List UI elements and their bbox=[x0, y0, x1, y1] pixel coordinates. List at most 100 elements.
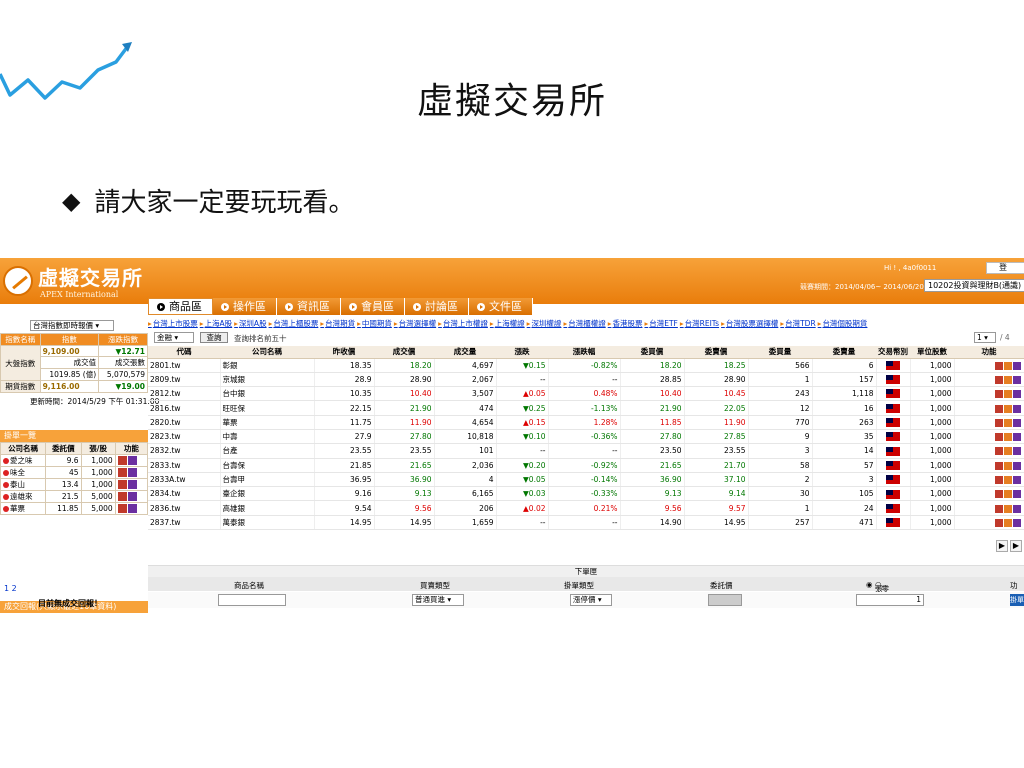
market-link[interactable]: 深圳權證 bbox=[527, 319, 562, 328]
info-icon[interactable] bbox=[1012, 447, 1021, 456]
product-input[interactable] bbox=[218, 594, 286, 606]
sell-icon[interactable] bbox=[1003, 375, 1012, 384]
market-link[interactable]: 台灣上市股票 bbox=[148, 319, 198, 328]
edit-order-icon[interactable] bbox=[117, 468, 127, 478]
info-icon[interactable] bbox=[1012, 375, 1021, 384]
market-link[interactable]: 台灣上櫃股票 bbox=[269, 319, 319, 328]
edit-order-icon[interactable] bbox=[117, 456, 127, 466]
delete-order-icon[interactable] bbox=[127, 480, 137, 490]
tab-0[interactable]: 商品區 bbox=[148, 298, 213, 315]
market-link[interactable]: 台灣TDR bbox=[780, 319, 815, 328]
market-link[interactable]: 台灣期貨 bbox=[320, 319, 355, 328]
buy-icon[interactable] bbox=[994, 375, 1003, 384]
buy-icon[interactable] bbox=[994, 518, 1003, 527]
info-icon[interactable] bbox=[1012, 433, 1021, 442]
delete-order-icon[interactable] bbox=[127, 468, 137, 478]
quantity-input[interactable]: 1 bbox=[856, 594, 924, 606]
tab-4[interactable]: 討論區 bbox=[405, 298, 469, 315]
market-link[interactable]: 台灣選擇權 bbox=[394, 319, 436, 328]
sell-icon[interactable] bbox=[1003, 490, 1012, 499]
quote-row[interactable]: 2836.tw 高雄銀 9.54 9.56 206 ▲0.02 0.21% 9.56 9.57 1… bbox=[148, 500, 1024, 516]
cancel-order-icon[interactable] bbox=[3, 458, 9, 464]
buy-icon[interactable] bbox=[994, 447, 1003, 456]
market-link[interactable]: 台灣上市權證 bbox=[438, 319, 488, 328]
cancel-order-icon[interactable] bbox=[3, 470, 9, 476]
info-icon[interactable] bbox=[1012, 504, 1021, 513]
index-selector[interactable]: 台灣指數即時報價 ▾ bbox=[30, 320, 114, 331]
quote-row[interactable]: 2820.tw 華票 11.75 11.90 4,654 ▲0.15 1.28% 11.85 1… bbox=[148, 415, 1024, 430]
buy-icon[interactable] bbox=[994, 461, 1003, 470]
sell-icon[interactable] bbox=[1003, 461, 1012, 470]
delete-order-icon[interactable] bbox=[127, 456, 137, 466]
buy-icon[interactable] bbox=[994, 433, 1003, 442]
market-link[interactable]: 上海A股 bbox=[200, 319, 232, 328]
cancel-order-icon[interactable] bbox=[3, 506, 9, 512]
page-select[interactable]: 1 ▾ bbox=[974, 332, 996, 343]
tab-5[interactable]: 文件區 bbox=[469, 298, 533, 315]
info-icon[interactable] bbox=[1012, 404, 1021, 413]
sell-icon[interactable] bbox=[1003, 390, 1012, 399]
tab-3[interactable]: 會員區 bbox=[341, 298, 405, 315]
buy-icon[interactable] bbox=[994, 404, 1003, 413]
delete-order-icon[interactable] bbox=[127, 504, 137, 514]
market-link[interactable]: 台灣ETF bbox=[644, 319, 677, 328]
next-page-button[interactable]: ▶ bbox=[996, 540, 1008, 552]
cancel-order-icon[interactable] bbox=[3, 494, 9, 500]
trade-type-select[interactable]: 普通買進 bbox=[412, 594, 464, 606]
buy-icon[interactable] bbox=[994, 361, 1003, 370]
logout-button[interactable]: 登 bbox=[986, 262, 1024, 274]
info-icon[interactable] bbox=[1012, 476, 1021, 485]
sell-icon[interactable] bbox=[1003, 476, 1012, 485]
price-input[interactable] bbox=[708, 594, 742, 606]
edit-order-icon[interactable] bbox=[117, 492, 127, 502]
info-icon[interactable] bbox=[1012, 390, 1021, 399]
tab-1[interactable]: 操作區 bbox=[213, 298, 277, 315]
buy-icon[interactable] bbox=[994, 490, 1003, 499]
quote-row[interactable]: 2823.tw 中壽 27.9 27.80 10,818 ▼0.10 -0.36% 27.80… bbox=[148, 429, 1024, 445]
order-type-select[interactable]: 漲停價 bbox=[570, 594, 612, 606]
sell-icon[interactable] bbox=[1003, 447, 1012, 456]
info-icon[interactable] bbox=[1012, 361, 1021, 370]
info-icon[interactable] bbox=[1012, 518, 1021, 527]
quote-row[interactable]: 2816.tw 旺旺保 22.15 21.90 474 ▼0.25 -1.13% 21.90 2… bbox=[148, 400, 1024, 416]
sector-select[interactable]: 金融 ▾ bbox=[154, 332, 194, 343]
info-icon[interactable] bbox=[1012, 490, 1021, 499]
sell-icon[interactable] bbox=[1003, 404, 1012, 413]
delete-order-icon[interactable] bbox=[127, 492, 137, 502]
quote-row[interactable]: 2837.tw 萬泰銀 14.95 14.95 1,659 -- -- 14.90 14.95 2… bbox=[148, 515, 1024, 531]
info-icon[interactable] bbox=[1012, 461, 1021, 470]
market-link[interactable]: 台灣櫃權證 bbox=[563, 319, 605, 328]
sell-icon[interactable] bbox=[1003, 361, 1012, 370]
submit-order-button[interactable]: 掛單 bbox=[1010, 594, 1024, 606]
edit-order-icon[interactable] bbox=[117, 504, 127, 514]
lots-radio[interactable]: ◉ 張數 ○ 零股 bbox=[866, 580, 889, 604]
quote-row[interactable]: 2832.tw 台產 23.55 23.55 101 -- -- 23.50 23.55 3 14 1… bbox=[148, 443, 1024, 459]
sell-icon[interactable] bbox=[1003, 504, 1012, 513]
market-link[interactable]: 台灣REITs bbox=[680, 319, 719, 328]
buy-icon[interactable] bbox=[994, 504, 1003, 513]
market-link[interactable]: 上海權證 bbox=[490, 319, 525, 328]
cancel-order-icon[interactable] bbox=[3, 482, 9, 488]
last-page-button[interactable]: ▶ bbox=[1010, 540, 1022, 552]
quote-row[interactable]: 2812.tw 台中銀 10.35 10.40 3,507 ▲0.05 0.48% 10.40… bbox=[148, 386, 1024, 402]
sell-icon[interactable] bbox=[1003, 433, 1012, 442]
market-link[interactable]: 中國期貨 bbox=[357, 319, 392, 328]
buy-icon[interactable] bbox=[994, 390, 1003, 399]
query-button[interactable]: 查詢 bbox=[200, 332, 228, 343]
quote-row[interactable]: 2801.tw 彰銀 18.35 18.20 4,697 ▼0.15 -0.82% 18.20… bbox=[148, 358, 1024, 373]
buy-icon[interactable] bbox=[994, 418, 1003, 427]
contest-select[interactable]: 10202投資與理財B(通識) bbox=[924, 279, 1024, 292]
quote-row[interactable]: 2809.tw 京城銀 28.9 28.90 2,067 -- -- 28.85 28.90 1 1… bbox=[148, 372, 1024, 388]
market-link[interactable]: 台灣個股期貨 bbox=[818, 319, 868, 328]
quote-row[interactable]: 2833.tw 台壽保 21.85 21.65 2,036 ▼0.20 -0.92% 21.6… bbox=[148, 458, 1024, 473]
quote-row[interactable]: 2834.tw 臺企銀 9.16 9.13 6,165 ▼0.03 -0.33% 9.13 9.… bbox=[148, 486, 1024, 502]
info-icon[interactable] bbox=[1012, 418, 1021, 427]
quote-row[interactable]: 2833A.tw 台壽甲 36.95 36.90 4 ▼0.05 -0.14% 36.90 37… bbox=[148, 472, 1024, 488]
market-link[interactable]: 台灣股票選擇權 bbox=[721, 319, 778, 328]
market-link[interactable]: 香港股票 bbox=[608, 319, 643, 328]
sell-icon[interactable] bbox=[1003, 418, 1012, 427]
market-link[interactable]: 深圳A股 bbox=[234, 319, 266, 328]
edit-order-icon[interactable] bbox=[117, 480, 127, 490]
tab-2[interactable]: 資訊區 bbox=[277, 298, 341, 315]
buy-icon[interactable] bbox=[994, 476, 1003, 485]
